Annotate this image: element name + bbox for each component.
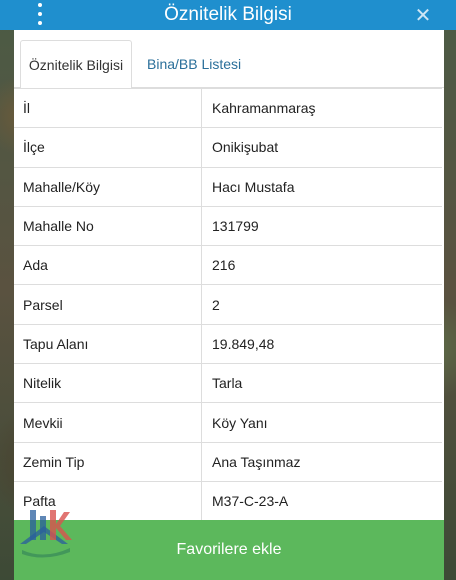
attribute-label: İlçe (14, 128, 202, 167)
attribute-value: Onikişubat (212, 139, 279, 156)
table-row: İlçe Onikişubat (14, 128, 442, 168)
brand-logo-icon (20, 510, 72, 558)
attribute-value: 19.849,48 (212, 335, 275, 352)
attribute-table: İl Kahramanmaraş İlçe Onikişubat Mahalle… (14, 88, 442, 522)
attribute-value: Köy Yanı (212, 414, 268, 431)
attribute-label: Mahalle No (14, 206, 202, 246)
attribute-panel: Öznitelik Bilgisi Bina/BB Listesi İl Kah… (14, 30, 444, 580)
attribute-value: 131799 (212, 218, 259, 235)
attribute-label: Ada (14, 246, 202, 285)
attribute-value: Hacı Mustafa (212, 178, 295, 195)
close-icon[interactable]: ✕ (412, 0, 434, 30)
attribute-value: 2 (212, 296, 220, 313)
table-row: Mahalle No 131799 (14, 206, 442, 247)
table-row: Zemin Tip Ana Taşınmaz (14, 442, 442, 482)
attribute-label: Mevkii (14, 403, 202, 442)
attribute-label: Tapu Alanı (14, 324, 202, 364)
attribute-label: Mahalle/Köy (14, 167, 202, 206)
tab-building-list[interactable]: Bina/BB Listesi (147, 40, 241, 88)
dialog-header: Öznitelik Bilgisi ✕ (0, 0, 456, 30)
attribute-label: Nitelik (14, 364, 202, 403)
dialog-title: Öznitelik Bilgisi (164, 4, 292, 25)
table-row: Mahalle/Köy Hacı Mustafa (14, 167, 442, 207)
table-row: İl Kahramanmaraş (14, 89, 442, 129)
table-row: Nitelik Tarla (14, 364, 442, 404)
attribute-value: M37-C-23-A (212, 493, 289, 510)
table-row: Tapu Alanı 19.849,48 (14, 324, 442, 365)
menu-dots-icon[interactable] (30, 3, 50, 25)
table-row: Mevkii Köy Yanı (14, 403, 442, 443)
attribute-value: 216 (212, 257, 236, 274)
attribute-value: Ana Taşınmaz (212, 453, 301, 470)
attribute-label: İl (14, 89, 202, 128)
attribute-value: Kahramanmaraş (212, 100, 316, 117)
tab-bar: Öznitelik Bilgisi Bina/BB Listesi (14, 40, 444, 89)
table-row: Pafta M37-C-23-A (14, 481, 442, 522)
tab-attribute-info[interactable]: Öznitelik Bilgisi (20, 40, 132, 89)
attribute-label: Zemin Tip (14, 442, 202, 481)
attribute-value: Tarla (212, 375, 243, 392)
table-row: Parsel 2 (14, 285, 442, 325)
add-to-favorites-button[interactable]: Favorilere ekle (14, 520, 444, 580)
attribute-label: Parsel (14, 285, 202, 324)
table-row: Ada 216 (14, 246, 442, 286)
